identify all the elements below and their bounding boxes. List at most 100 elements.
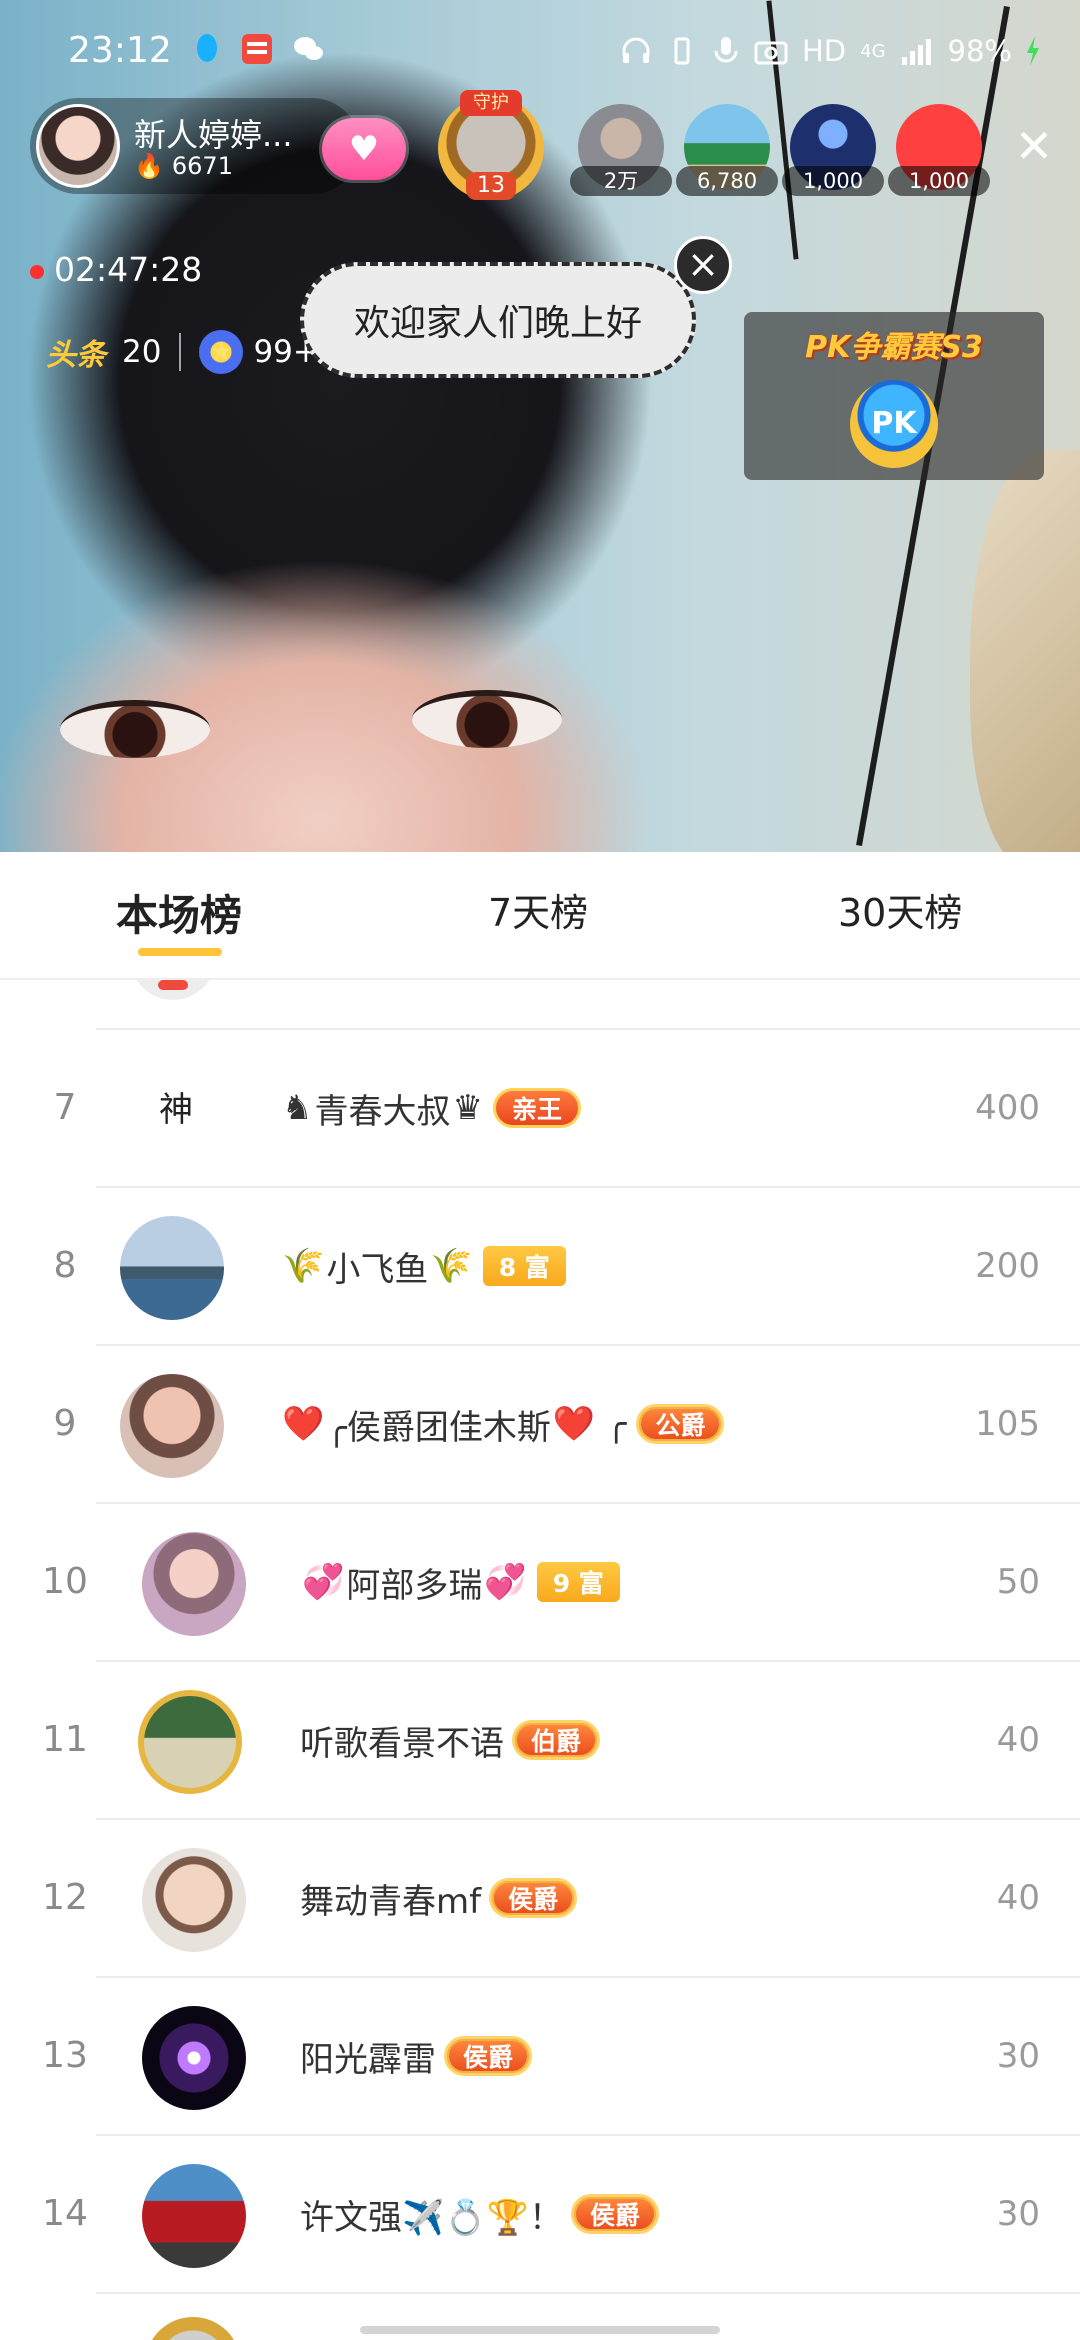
avatar[interactable] xyxy=(142,1532,246,1636)
flame-icon: 🔥 xyxy=(134,152,164,180)
row-rank: 10 xyxy=(42,1561,88,1602)
host-profile[interactable]: 新人婷婷... 🔥 6671 xyxy=(30,98,360,194)
status-time: 23:12 xyxy=(68,30,172,71)
viewer-count: 1,000 xyxy=(782,166,884,196)
row-name: 舞动青春mf 侯爵 xyxy=(300,1820,578,1976)
avatar[interactable] xyxy=(120,1374,224,1478)
qq-icon xyxy=(197,34,217,62)
network-label: 4G xyxy=(860,40,886,62)
tab-30-days[interactable]: 30天榜 xyxy=(838,882,962,937)
noble-badge: 侯爵 xyxy=(444,2036,533,2076)
row-name: 阳光霹雷 侯爵 xyxy=(300,1978,533,2134)
pk-panel[interactable]: PK争霸赛S3 PK xyxy=(744,312,1044,480)
row-rank: 14 xyxy=(42,2193,88,2234)
avatar[interactable] xyxy=(120,1216,224,1320)
avatar[interactable] xyxy=(142,2164,246,2268)
star-icon: ★ xyxy=(199,330,244,374)
status-right: HD 4G 98% xyxy=(620,34,1040,68)
row-score: 200 xyxy=(975,1246,1040,1286)
table-row[interactable]: 12 舞动青春mf 侯爵 40 xyxy=(42,1820,1080,1978)
row-name-text: ╭侯爵团佳木斯 xyxy=(326,1407,551,1448)
avatar[interactable] xyxy=(142,2006,246,2110)
row-name-text: 许文强✈️💍🏆！ xyxy=(300,2197,564,2238)
host-name: 新人婷婷... xyxy=(134,116,293,154)
rich-level-badge: 8 富 xyxy=(482,1246,566,1286)
active-tab-indicator xyxy=(138,948,222,956)
row-name-text: 舞动青春mf xyxy=(300,1881,482,1922)
vibrate-icon xyxy=(674,37,690,65)
row-name-text: 阳光霹雷 xyxy=(300,2039,436,2080)
partial-avatar xyxy=(145,2317,241,2340)
wheat-icon: 🌾 xyxy=(430,1246,473,1286)
viewer-avatar[interactable]: 1,000 xyxy=(782,104,884,196)
row-score: 40 xyxy=(996,1878,1040,1918)
bubble-close-icon[interactable]: × xyxy=(674,236,732,294)
stats-bar[interactable]: 头条 20 ★ 99+ xyxy=(46,330,319,374)
close-icon[interactable]: ✕ xyxy=(1010,122,1058,170)
pk-button[interactable]: PK xyxy=(850,380,938,468)
greeting-bubble: 欢迎家人们晚上好 xyxy=(300,262,696,378)
row-score: 105 xyxy=(975,1404,1040,1444)
live-dot-icon xyxy=(30,264,44,279)
avatar[interactable]: 神 xyxy=(124,1058,228,1162)
viewer-avatar[interactable]: 2万 xyxy=(570,104,672,196)
row-score: 40 xyxy=(996,1720,1040,1760)
ranking-tabs: 本场榜 7天榜 30天榜 xyxy=(0,852,1080,980)
toutiao-count: 20 xyxy=(122,334,162,370)
ranking-list: 7 神 ♞ 青春大叔 ♛ 亲王 400 8 🌾 小飞鱼 🌾 8 富 200 9 … xyxy=(0,1030,1080,2294)
heart-icon: ♥ xyxy=(348,129,380,169)
mic-icon xyxy=(714,37,738,63)
row-rank: 13 xyxy=(42,2035,88,2076)
row-score: 50 xyxy=(996,1562,1040,1602)
noble-badge: 公爵 xyxy=(636,1404,725,1444)
status-bar: 23:12 HD 4G 98% xyxy=(0,0,1080,104)
row-rank: 8 xyxy=(53,1245,77,1286)
charging-icon xyxy=(1027,36,1039,66)
knight-icon: ♞ xyxy=(282,1088,313,1128)
table-row[interactable]: 9 ❤️ ╭侯爵团佳木斯 ❤️ ╭ 公爵 105 xyxy=(54,1346,1080,1504)
row-name-text: 青春大叔 xyxy=(314,1091,451,1132)
table-row[interactable]: 10 💞 阿部多瑞 💞 9 富 50 xyxy=(42,1504,1080,1662)
row-name: ♞ 青春大叔 ♛ 亲王 xyxy=(280,1030,581,1186)
host-avatar[interactable] xyxy=(36,104,120,188)
row-name: 💞 阿部多瑞 💞 9 富 xyxy=(300,1504,620,1660)
follow-heart-button[interactable]: ♥ xyxy=(322,118,406,180)
wheat-icon: 🌾 xyxy=(282,1246,325,1286)
live-video[interactable]: 23:12 HD 4G 98% 新人婷婷... 🔥 6671 ♥ 守护 13 2… xyxy=(0,0,1080,852)
viewer-avatar[interactable]: 1,000 xyxy=(888,104,990,196)
live-timer-text: 02:47:28 xyxy=(54,250,203,289)
viewer-count: 2万 xyxy=(570,166,672,196)
hearts-icon: 💞 xyxy=(484,1562,527,1602)
tab-7-days[interactable]: 7天榜 xyxy=(488,882,588,937)
row-score: 30 xyxy=(996,2036,1040,2076)
greeting-text: 欢迎家人们晚上好 xyxy=(353,303,642,344)
row-rank: 12 xyxy=(42,1877,88,1918)
pk-title: PK争霸赛S3 xyxy=(805,330,983,365)
table-row[interactable]: 7 神 ♞ 青春大叔 ♛ 亲王 400 xyxy=(54,1030,1080,1188)
row-score: 30 xyxy=(996,2194,1040,2234)
viewer-avatar[interactable]: 6,780 xyxy=(676,104,778,196)
signal-icon xyxy=(901,39,931,65)
row-name-text: 小飞鱼 xyxy=(326,1249,429,1290)
row-rank: 9 xyxy=(53,1403,77,1444)
table-row[interactable]: 14 许文强✈️💍🏆！ 侯爵 30 xyxy=(42,2136,1080,2294)
row-name: ❤️ ╭侯爵团佳木斯 ❤️ ╭ 公爵 xyxy=(280,1346,725,1502)
row-score: 400 xyxy=(975,1088,1040,1128)
live-duration: 02:47:28 xyxy=(30,250,202,289)
noble-badge: 亲王 xyxy=(492,1088,581,1128)
stats-divider xyxy=(179,333,182,371)
heart-icon: ❤️ ╭ xyxy=(552,1404,627,1444)
guard-avatar[interactable]: 守护 13 xyxy=(438,90,544,200)
table-row[interactable]: 11 听歌看景不语 伯爵 40 xyxy=(42,1662,1080,1820)
avatar[interactable] xyxy=(138,1690,242,1794)
tab-this-session[interactable]: 本场榜 xyxy=(116,882,242,943)
avatar[interactable] xyxy=(142,1848,246,1952)
table-row[interactable]: 8 🌾 小飞鱼 🌾 8 富 200 xyxy=(54,1188,1080,1346)
toutiao-app-icon xyxy=(242,34,272,64)
toutiao-logo: 头条 xyxy=(46,338,106,373)
table-row[interactable]: 13 阳光霹雷 侯爵 30 xyxy=(42,1978,1080,2136)
camera-icon xyxy=(754,41,788,65)
row-name: 🌾 小飞鱼 🌾 8 富 xyxy=(280,1188,566,1344)
host-fans: 🔥 6671 xyxy=(134,152,233,180)
scroll-indicator xyxy=(360,2326,720,2334)
